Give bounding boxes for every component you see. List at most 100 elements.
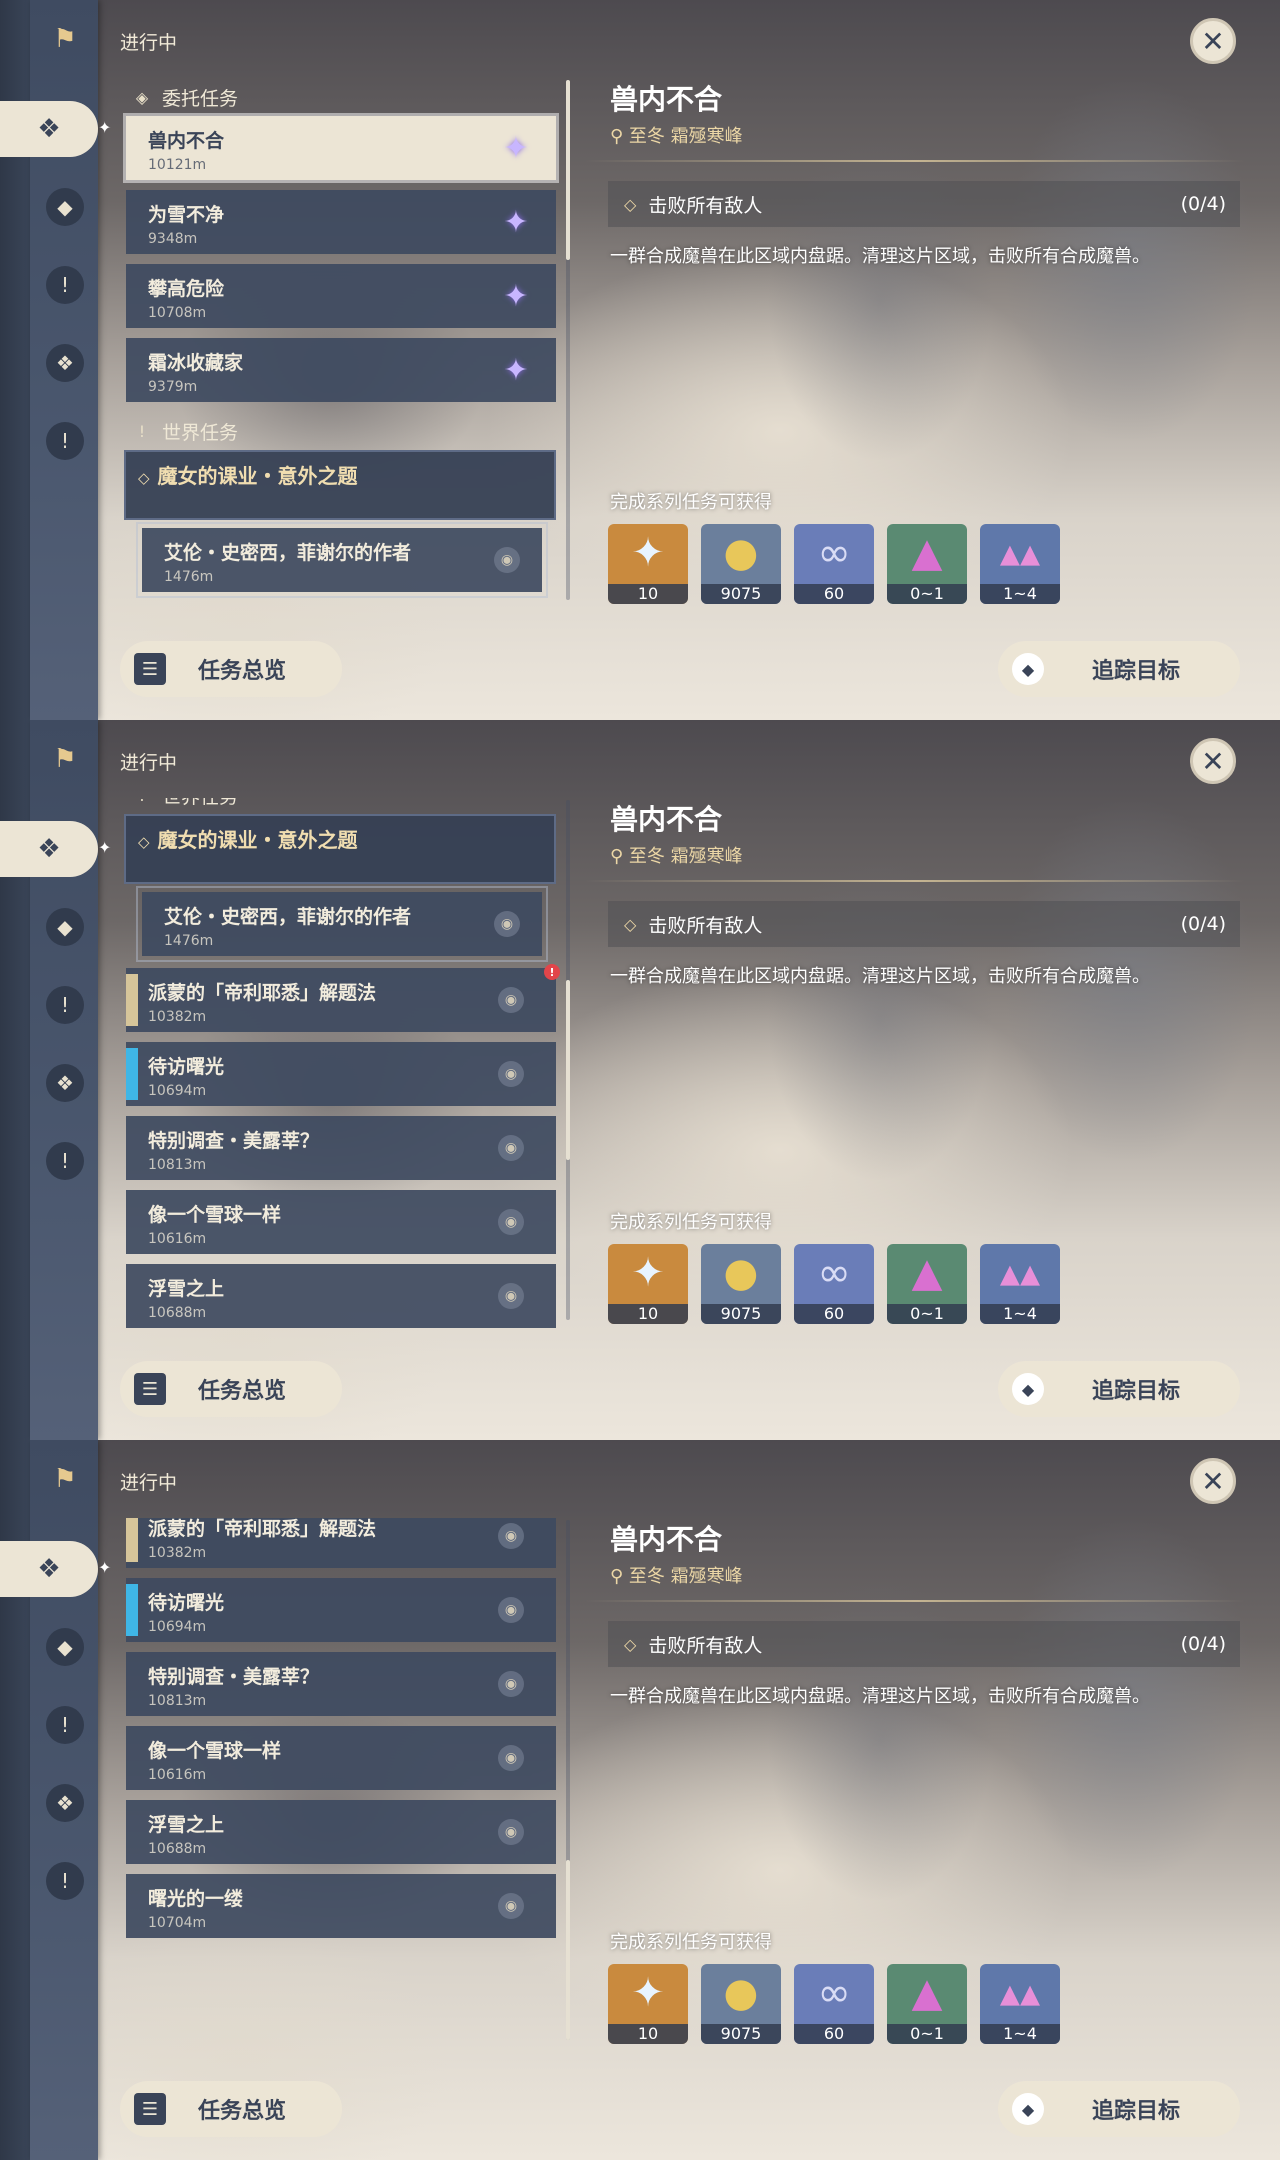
map-pin-icon[interactable]: ◉: [494, 547, 520, 573]
quest-item[interactable]: 特别调查・美露莘？ 10813m ◉: [126, 1116, 556, 1180]
quest-list[interactable]: ◈ 委托任务 兽内不合 10121m ✦ 为雪不净 9348m ✦ 攀高危险 1…: [120, 78, 560, 608]
ore-cluster-icon[interactable]: ▴▴ 1~4: [980, 524, 1060, 604]
ore-crystal-icon[interactable]: ▲ 0~1: [887, 1964, 967, 2044]
quest-item[interactable]: 浮雪之上 10688m ◉: [126, 1264, 556, 1328]
map-pin-icon[interactable]: ◉: [498, 1209, 524, 1235]
world-quest-icon[interactable]: !: [46, 986, 84, 1024]
alert-quest-icon[interactable]: !: [46, 1142, 84, 1180]
close-button[interactable]: ✕: [1190, 738, 1236, 784]
close-button[interactable]: ✕: [1190, 18, 1236, 64]
commission-tab-active[interactable]: ❖: [0, 1541, 98, 1597]
mora-icon[interactable]: ● 9075: [701, 524, 781, 604]
world-chapter-header[interactable]: ◇ 魔女的课业・意外之题: [124, 450, 556, 520]
list-scrollbar[interactable]: [566, 80, 570, 600]
map-pin-icon[interactable]: ◉: [498, 987, 524, 1013]
objective-row: ◇ 击败所有敌人 (0/4): [608, 901, 1240, 947]
mora-icon[interactable]: ● 9075: [701, 1964, 781, 2044]
detail-description: 一群合成魔兽在此区域内盘踞。清理这片区域，击败所有合成魔兽。: [610, 966, 1150, 987]
adventure-exp-icon[interactable]: ∞ 60: [794, 524, 874, 604]
adventure-exp-icon[interactable]: ∞ 60: [794, 1244, 874, 1324]
quest-item[interactable]: 待访曙光 10694m ◉: [126, 1578, 556, 1642]
story-quest-icon[interactable]: ◆: [46, 188, 84, 226]
map-pin-icon[interactable]: ◉: [498, 1135, 524, 1161]
quest-item[interactable]: 攀高危险 10708m ✦: [126, 264, 556, 328]
category-world: ! 世界任务: [120, 798, 560, 814]
quest-screen-panel-1: ⚑ ❖ ✦ ◆ ! ❖ ! 进行中 ✕ ◈ 委托任务 兽内不合 10121m ✦…: [0, 0, 1280, 720]
detail-location: ⚲ 至冬 霜殛寒峰: [610, 846, 743, 867]
quest-item[interactable]: 待访曙光 10694m ◉: [126, 1042, 556, 1106]
quest-item[interactable]: 为雪不净 9348m ✦: [126, 190, 556, 254]
story-quest-icon[interactable]: ◆: [46, 1628, 84, 1666]
world-sub-quest[interactable]: 艾伦・史密西，菲谢尔的作者 1476m ◉: [136, 522, 548, 598]
quest-item[interactable]: 曙光的一缕 10704m ◉: [126, 1874, 556, 1938]
quest-book-icon[interactable]: ⚑: [46, 20, 84, 58]
objective-diamond-icon: ◇: [624, 914, 637, 934]
quest-item[interactable]: 霜冰收藏家 9379m ✦: [126, 338, 556, 402]
commission-quest-icon[interactable]: ❖: [46, 1064, 84, 1102]
mora-icon[interactable]: ● 9075: [701, 1244, 781, 1324]
primogem-icon[interactable]: ✦ 10: [608, 1244, 688, 1324]
detail-divider: [585, 1600, 1245, 1602]
world-chapter-header[interactable]: ◇ 魔女的课业・意外之题: [124, 814, 556, 884]
list-scrollbar[interactable]: [566, 1520, 570, 2040]
alert-quest-icon[interactable]: !: [46, 422, 84, 460]
ore-crystal-icon[interactable]: ▲ 0~1: [887, 524, 967, 604]
commission-quest-icon[interactable]: ❖: [46, 1784, 84, 1822]
primogem-icon[interactable]: ✦ 10: [608, 1964, 688, 2044]
detail-description: 一群合成魔兽在此区域内盘踞。清理这片区域，击败所有合成魔兽。: [610, 1686, 1150, 1707]
map-pin-icon[interactable]: ◉: [498, 1893, 524, 1919]
adventure-exp-icon[interactable]: ∞ 60: [794, 1964, 874, 2044]
track-target-button[interactable]: ◆ 追踪目标: [998, 2081, 1240, 2137]
ore-cluster-icon[interactable]: ▴▴ 1~4: [980, 1244, 1060, 1324]
scroll-thumb[interactable]: [566, 80, 570, 260]
map-pin-icon[interactable]: ◉: [498, 1745, 524, 1771]
ore-crystal-icon[interactable]: ▲ 0~1: [887, 1244, 967, 1324]
world-sub-quest[interactable]: 艾伦・史密西，菲谢尔的作者 1476m ◉: [136, 886, 548, 962]
map-pin-icon[interactable]: ◉: [498, 1671, 524, 1697]
quest-book-icon[interactable]: ⚑: [46, 1460, 84, 1498]
quest-list[interactable]: 派蒙的「帝利耶悉」解题法 10382m ◉ 待访曙光 10694m ◉ 特别调查…: [120, 1518, 560, 2048]
chapter-diamond-icon: ◇: [138, 469, 150, 487]
quest-item[interactable]: 派蒙的「帝利耶悉」解题法 10382m ◉ !: [126, 964, 560, 1032]
story-quest-icon[interactable]: ◆: [46, 908, 84, 946]
track-target-button[interactable]: ◆ 追踪目标: [998, 641, 1240, 697]
world-quest-icon[interactable]: !: [46, 266, 84, 304]
commission-quest-icon[interactable]: ❖: [46, 344, 84, 382]
commission-tab-active[interactable]: ❖: [0, 821, 98, 877]
track-diamond-icon: ◆: [1012, 1373, 1044, 1405]
quest-item[interactable]: 像一个雪球一样 10616m ◉: [126, 1190, 556, 1254]
primogem-icon[interactable]: ✦ 10: [608, 524, 688, 604]
quest-overview-button[interactable]: ☰ 任务总览: [120, 2081, 342, 2137]
quest-overview-button[interactable]: ☰ 任务总览: [120, 1361, 342, 1417]
commission-gem-icon: ✦: [503, 130, 529, 166]
alert-quest-icon[interactable]: !: [46, 1862, 84, 1900]
scroll-thumb[interactable]: [566, 980, 570, 1160]
world-category-icon: !: [138, 421, 146, 441]
world-category-icon: !: [132, 798, 152, 805]
map-pin-icon[interactable]: ◉: [498, 1523, 524, 1549]
ore-cluster-icon[interactable]: ▴▴ 1~4: [980, 1964, 1060, 2044]
list-scrollbar[interactable]: [566, 800, 570, 1320]
quest-overview-button[interactable]: ☰ 任务总览: [120, 641, 342, 697]
quest-item-selected[interactable]: 兽内不合 10121m ✦: [126, 116, 556, 180]
map-pin-icon[interactable]: ◉: [498, 1597, 524, 1623]
quest-item[interactable]: 像一个雪球一样 10616m ◉: [126, 1726, 556, 1790]
quest-item[interactable]: 特别调查・美露莘？ 10813m ◉: [126, 1652, 556, 1716]
world-quest-icon[interactable]: !: [46, 1706, 84, 1744]
rewards-row: ✦ 10 ● 9075 ∞ 60 ▲ 0~1 ▴▴ 1~4: [608, 1244, 1060, 1324]
commission-tab-active[interactable]: ❖: [0, 101, 98, 157]
quest-item[interactable]: 浮雪之上 10688m ◉: [126, 1800, 556, 1864]
quest-book-icon[interactable]: ⚑: [46, 740, 84, 778]
rewards-label: 完成系列任务可获得: [610, 1932, 772, 1953]
close-button[interactable]: ✕: [1190, 1458, 1236, 1504]
scroll-thumb[interactable]: [566, 1860, 570, 2040]
category-world: ! 世界任务: [120, 412, 560, 450]
map-pin-icon[interactable]: ◉: [498, 1061, 524, 1087]
map-pin-icon[interactable]: ◉: [494, 911, 520, 937]
quest-list[interactable]: ! 世界任务 ◇魔女的课业・意外之题 艾伦・史密西，菲谢尔的作者 1476m ◉…: [120, 798, 560, 1328]
track-target-button[interactable]: ◆ 追踪目标: [998, 1361, 1240, 1417]
map-pin-icon[interactable]: ◉: [498, 1819, 524, 1845]
map-pin-icon[interactable]: ◉: [498, 1283, 524, 1309]
detail-title: 兽内不合: [610, 83, 723, 116]
quest-item[interactable]: 派蒙的「帝利耶悉」解题法 10382m ◉: [126, 1518, 556, 1568]
